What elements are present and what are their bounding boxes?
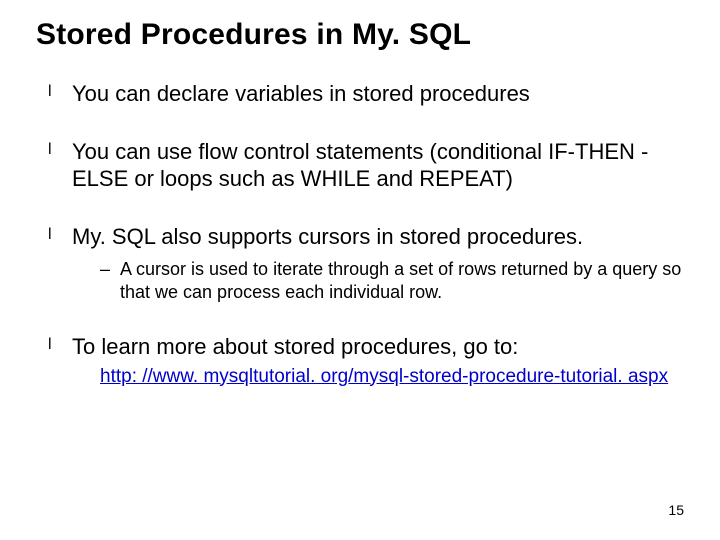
slide-title: Stored Procedures in My. SQL <box>36 18 684 52</box>
bullet-item: You can use flow control statements (con… <box>44 138 684 193</box>
sub-bullet-item: A cursor is used to iterate through a se… <box>100 258 684 303</box>
bullet-list: You can declare variables in stored proc… <box>36 80 684 388</box>
bullet-text: You can declare variables in stored proc… <box>72 81 530 106</box>
bullet-item: You can declare variables in stored proc… <box>44 80 684 108</box>
bullet-item: To learn more about stored procedures, g… <box>44 333 684 388</box>
sub-bullet-list: A cursor is used to iterate through a se… <box>72 258 684 303</box>
page-number: 15 <box>668 502 684 518</box>
bullet-text: You can use flow control statements (con… <box>72 139 648 192</box>
bullet-text: My. SQL also supports cursors in stored … <box>72 224 583 249</box>
reference-link[interactable]: http: //www. mysqltutorial. org/mysql-st… <box>72 365 684 389</box>
sub-bullet-text: A cursor is used to iterate through a se… <box>120 259 681 302</box>
slide: Stored Procedures in My. SQL You can dec… <box>0 0 720 540</box>
bullet-text: To learn more about stored procedures, g… <box>72 334 518 359</box>
bullet-item: My. SQL also supports cursors in stored … <box>44 223 684 304</box>
